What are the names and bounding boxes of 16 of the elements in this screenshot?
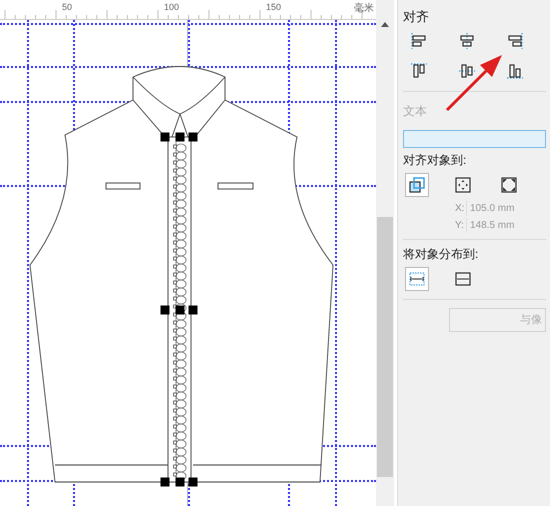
panel-title: 对齐 bbox=[403, 10, 430, 23]
section-label: 将对象分布到: bbox=[403, 246, 480, 263]
coord-label: Y: bbox=[455, 219, 464, 233]
section-label: 对齐对象到: bbox=[403, 152, 468, 169]
ruler-label: 100 bbox=[164, 1, 180, 14]
ruler-label: 150 bbox=[266, 1, 282, 14]
distribute-selection-icon[interactable] bbox=[405, 267, 429, 291]
ruler-label: 50 bbox=[62, 1, 72, 14]
text-label: 文本 bbox=[403, 103, 428, 120]
overlapping-squares-icon[interactable] bbox=[405, 173, 429, 197]
input-field[interactable] bbox=[403, 130, 546, 148]
scroll-up-icon[interactable] bbox=[381, 22, 389, 27]
scrollbar[interactable] bbox=[376, 0, 394, 506]
coord-label: X: bbox=[455, 202, 464, 216]
ruler-unit: 毫米 bbox=[354, 2, 374, 16]
scrollbar-thumb[interactable] bbox=[377, 217, 393, 477]
